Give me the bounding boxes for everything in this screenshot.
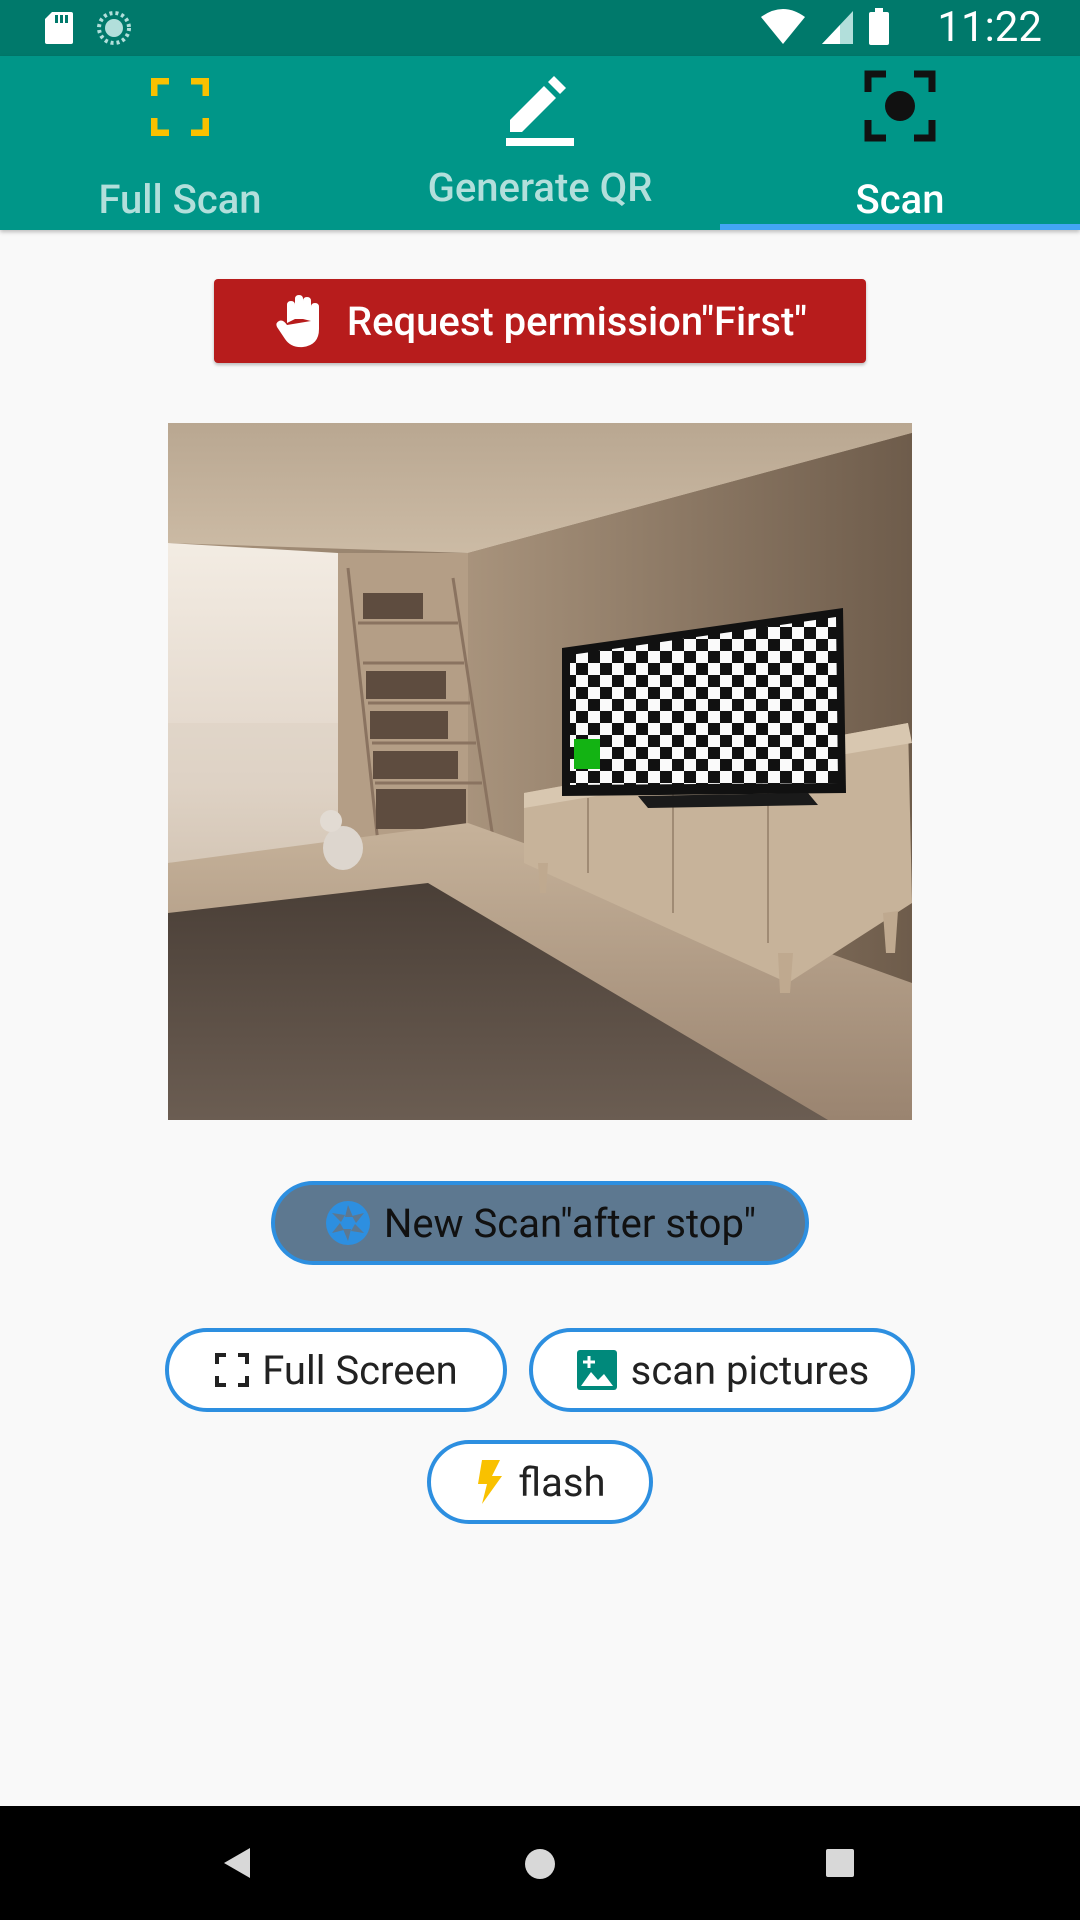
status-bar: 11:22 — [0, 0, 1080, 56]
scan-pictures-button[interactable]: scan pictures — [529, 1328, 915, 1412]
tab-indicator — [720, 224, 1080, 230]
fullscreen-frame-icon — [151, 78, 209, 136]
tab-scan-label: Scan — [855, 176, 945, 223]
tab-full-scan[interactable]: Full Scan — [0, 56, 360, 230]
image-icon — [576, 1350, 617, 1390]
request-permission-label: Request permission"First" — [346, 297, 808, 345]
navigation-bar — [0, 1806, 1080, 1920]
tab-full-scan-label: Full Scan — [98, 176, 262, 223]
signal-icon — [822, 11, 853, 44]
home-icon[interactable] — [524, 1848, 556, 1880]
center-focus-icon — [864, 70, 936, 142]
status-left-icons — [44, 10, 132, 46]
status-time: 11:22 — [937, 3, 1042, 52]
flash-label: flash — [518, 1458, 606, 1506]
recents-icon[interactable] — [826, 1849, 854, 1877]
status-right-icons — [760, 8, 890, 46]
flash-bolt-icon — [478, 1460, 503, 1504]
tab-bar: Full Scan Generate QR Scan — [0, 56, 1080, 230]
camera-preview — [168, 423, 912, 1120]
full-screen-button[interactable]: Full Screen — [165, 1328, 507, 1412]
wifi-icon — [761, 9, 805, 44]
back-icon[interactable] — [222, 1846, 252, 1880]
tab-generate-qr[interactable]: Generate QR — [360, 56, 720, 230]
request-permission-button[interactable]: Request permission"First" — [214, 279, 866, 363]
camera-preview-image — [168, 423, 912, 1120]
edit-pencil-icon — [506, 76, 574, 146]
tab-scan[interactable]: Scan — [720, 56, 1080, 230]
hand-stop-icon — [276, 295, 319, 348]
sync-icon — [97, 11, 131, 45]
full-screen-label: Full Screen — [262, 1346, 458, 1394]
tab-generate-qr-label: Generate QR — [427, 164, 653, 211]
scan-pictures-label: scan pictures — [630, 1346, 870, 1394]
camera-shutter-icon — [325, 1201, 370, 1245]
battery-icon — [869, 8, 889, 45]
new-scan-label: New Scan"after stop" — [383, 1199, 757, 1247]
fullscreen-frame-icon — [215, 1353, 250, 1387]
new-scan-button[interactable]: New Scan"after stop" — [271, 1181, 809, 1265]
flash-button[interactable]: flash — [427, 1440, 653, 1524]
sd-card-icon — [45, 12, 73, 44]
